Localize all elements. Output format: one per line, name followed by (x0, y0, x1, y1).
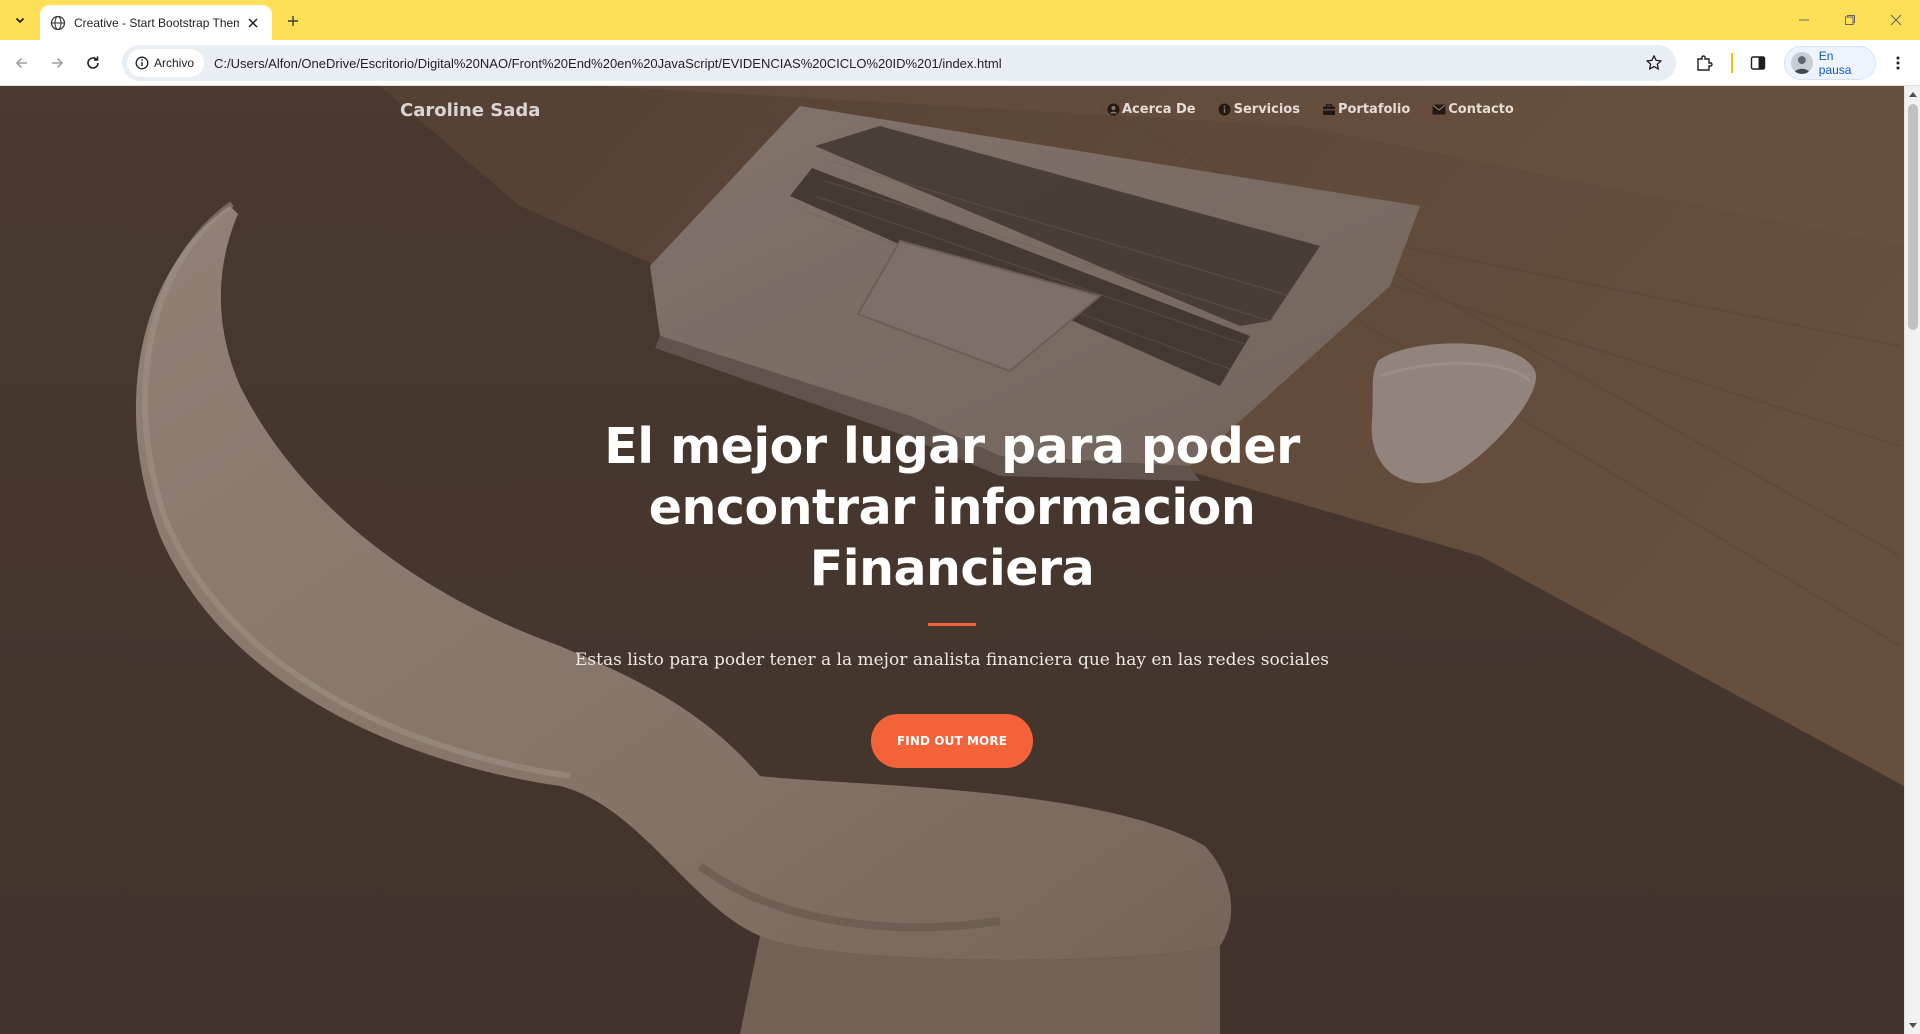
close-icon (1890, 14, 1902, 26)
page-viewport: Caroline Sada Acerca De Servicios Portaf… (0, 86, 1920, 1034)
side-panel-icon (1750, 56, 1766, 70)
close-window-button[interactable] (1876, 8, 1916, 32)
minimize-button[interactable] (1784, 8, 1824, 32)
info-icon (135, 56, 149, 70)
hero-section: El mejor lugar para poder encontrar info… (452, 416, 1452, 768)
new-tab-button[interactable] (282, 10, 304, 32)
tab-title: Creative - Start Bootstrap Them (74, 15, 239, 30)
back-button[interactable] (10, 51, 34, 75)
avatar (1791, 52, 1813, 74)
plus-icon (288, 16, 298, 26)
chevron-down-icon (15, 17, 25, 24)
profile-button[interactable]: En pausa (1784, 46, 1876, 80)
forward-button[interactable] (45, 51, 69, 75)
nav-item-acerca-de[interactable]: Acerca De (1106, 102, 1196, 117)
address-bar[interactable]: Archivo C:/Users/Alfon/OneDrive/Escritor… (122, 45, 1676, 81)
minimize-icon (1799, 19, 1809, 21)
tab-close-icon[interactable] (244, 14, 262, 32)
site-brand[interactable]: Caroline Sada (400, 100, 540, 121)
url-text[interactable]: C:/Users/Alfon/OneDrive/Escritorio/Digit… (214, 56, 1002, 71)
hero-title-line-2: encontrar informacion (648, 479, 1256, 536)
nav-item-servicios[interactable]: Servicios (1218, 102, 1300, 117)
site-nav: Acerca De Servicios Portafolio Contacto (1106, 102, 1514, 117)
nav-label-servicios: Servicios (1233, 102, 1300, 117)
restore-button[interactable] (1830, 8, 1870, 32)
site-info-chip[interactable]: Archivo (127, 49, 205, 77)
page-scrollbar[interactable] (1904, 86, 1920, 1034)
extensions-button[interactable] (1692, 51, 1716, 75)
hero-title: El mejor lugar para poder encontrar info… (452, 416, 1452, 599)
hero-title-line-3: Financiera (809, 540, 1095, 597)
tab-search-button[interactable] (8, 8, 32, 32)
nav-label-acerca-de: Acerca De (1122, 102, 1196, 117)
browser-tabstrip: Creative - Start Bootstrap Them (0, 0, 1920, 40)
side-panel-button[interactable] (1746, 51, 1770, 75)
bookmark-star-button[interactable] (1644, 53, 1664, 73)
scrollbar-thumb[interactable] (1908, 104, 1918, 330)
arrow-left-icon (15, 57, 27, 69)
envelope-icon (1432, 103, 1446, 117)
hero-subtitle: Estas listo para poder tener a la mejor … (574, 650, 1329, 670)
hero-divider (928, 623, 976, 626)
info-circle-icon (1218, 103, 1232, 117)
profile-status-label: En pausa (1818, 49, 1852, 77)
site-chip-label: Archivo (154, 56, 195, 70)
browser-tab-active[interactable]: Creative - Start Bootstrap Them (40, 5, 272, 40)
reload-icon (87, 56, 99, 69)
user-circle-icon (1106, 103, 1120, 117)
browser-toolbar: Archivo C:/Users/Alfon/OneDrive/Escritor… (0, 40, 1920, 86)
kebab-menu-icon (1896, 56, 1900, 70)
nav-item-portafolio[interactable]: Portafolio (1322, 102, 1410, 117)
nav-label-portafolio: Portafolio (1337, 102, 1411, 117)
briefcase-icon (1322, 103, 1336, 117)
nav-label-contacto: Contacto (1448, 102, 1514, 117)
scroll-up-arrow-icon[interactable] (1905, 86, 1920, 102)
reload-button[interactable] (81, 51, 105, 75)
toolbar-divider (1731, 53, 1733, 73)
nav-item-contacto[interactable]: Contacto (1432, 102, 1514, 117)
hero-title-line-1: El mejor lugar para poder (604, 418, 1300, 475)
globe-icon (50, 15, 66, 30)
restore-icon (1845, 15, 1855, 25)
star-icon (1646, 55, 1662, 70)
browser-menu-button[interactable] (1886, 51, 1910, 75)
puzzle-icon (1697, 55, 1713, 71)
scroll-down-arrow-icon[interactable] (1905, 1018, 1920, 1034)
find-out-more-button[interactable]: FIND OUT MORE (871, 714, 1033, 768)
arrow-right-icon (52, 57, 64, 69)
